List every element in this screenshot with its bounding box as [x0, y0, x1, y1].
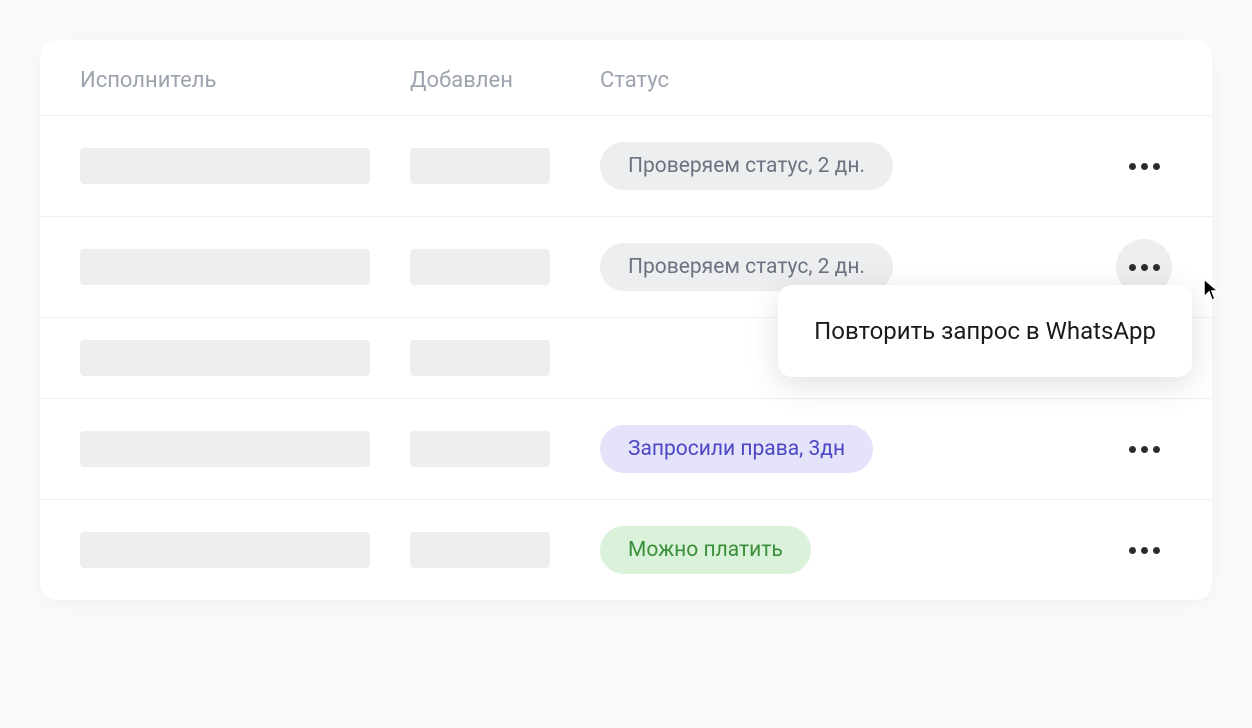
added-placeholder: [410, 148, 550, 184]
dots-icon: [1129, 264, 1160, 271]
row-actions-button[interactable]: [1116, 421, 1172, 477]
added-placeholder: [410, 340, 550, 376]
dots-icon: [1129, 446, 1160, 453]
executor-placeholder: [80, 148, 370, 184]
popover-item-repeat-whatsapp[interactable]: Повторить запрос в WhatsApp: [814, 317, 1156, 345]
status-badge: Запросили права, 3дн: [600, 425, 873, 473]
dots-icon: [1129, 163, 1160, 170]
table-header: Исполнитель Добавлен Статус: [40, 40, 1212, 116]
actions-popover: Повторить запрос в WhatsApp: [778, 285, 1192, 377]
table-row: Запросили права, 3дн: [40, 399, 1212, 500]
table-row: Можно платить: [40, 500, 1212, 600]
executor-placeholder: [80, 340, 370, 376]
header-added: Добавлен: [410, 68, 600, 93]
table-row: Проверяем статус, 2 дн.: [40, 116, 1212, 217]
added-placeholder: [410, 249, 550, 285]
header-actions: [1092, 68, 1172, 93]
executors-table: Исполнитель Добавлен Статус Проверяем ст…: [40, 40, 1212, 600]
cursor-icon: [1202, 277, 1222, 307]
status-badge: Можно платить: [600, 526, 811, 574]
table-row: Проверяем статус, 2 дн. Повторить запрос…: [40, 217, 1212, 318]
added-placeholder: [410, 532, 550, 568]
added-placeholder: [410, 431, 550, 467]
row-actions-button[interactable]: [1116, 522, 1172, 578]
header-status: Статус: [600, 68, 1092, 93]
executor-placeholder: [80, 249, 370, 285]
header-executor: Исполнитель: [80, 68, 410, 93]
executor-placeholder: [80, 532, 370, 568]
row-actions-button[interactable]: [1116, 138, 1172, 194]
status-badge: Проверяем статус, 2 дн.: [600, 243, 893, 291]
dots-icon: [1129, 547, 1160, 554]
executor-placeholder: [80, 431, 370, 467]
status-badge: Проверяем статус, 2 дн.: [600, 142, 893, 190]
